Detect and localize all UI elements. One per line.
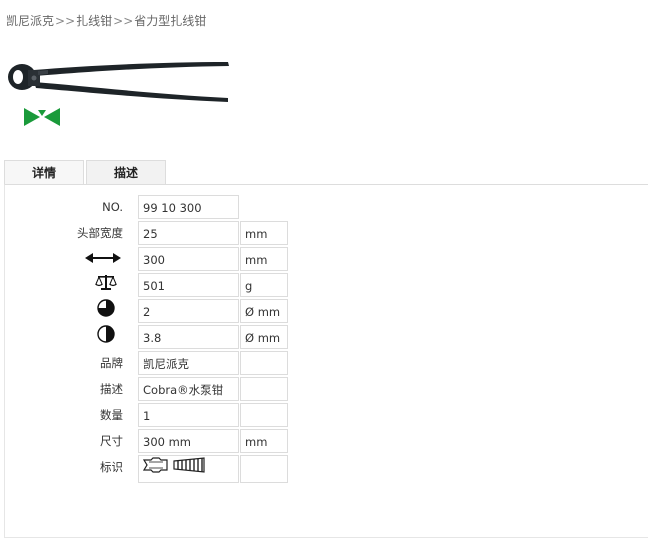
tab-description[interactable]: 描述 (86, 160, 166, 184)
spec-value: 501 (138, 273, 239, 297)
spec-unit: mm (240, 221, 288, 245)
spec-unit: Ø mm (240, 299, 288, 323)
spec-label: 标识 (100, 460, 123, 474)
spec-unit (240, 377, 288, 401)
spec-value: 3.8 (138, 325, 239, 349)
spec-row-weight: 501 g (5, 273, 305, 297)
spec-unit: mm (240, 429, 288, 453)
breadcrumb-separator: >> (113, 14, 134, 28)
mark-grip-icon (142, 456, 169, 481)
spec-unit: g (240, 273, 288, 297)
spec-label: 尺寸 (100, 434, 123, 448)
spec-label: 描述 (100, 382, 123, 396)
three-quarter-circle-icon (97, 299, 115, 325)
tab-details[interactable]: 详情 (4, 160, 84, 184)
spec-value: 2 (138, 299, 239, 323)
spec-unit: mm (240, 247, 288, 271)
spec-row-marking: 标识 (5, 455, 305, 483)
spec-row-description: 描述 Cobra®水泵钳 (5, 377, 305, 401)
breadcrumb: 凯尼派克>>扎线钳>>省力型扎线钳 (6, 12, 206, 29)
spec-unit: Ø mm (240, 325, 288, 349)
spec-value: 99 10 300 (138, 195, 239, 219)
breadcrumb-item-category[interactable]: 扎线钳 (76, 14, 112, 28)
spec-unit (240, 403, 288, 427)
spec-row-hard-wire: 2 Ø mm (5, 299, 305, 323)
spec-row-head-width: 头部宽度 25 mm (5, 221, 305, 245)
spec-row-number: NO. 99 10 300 (5, 195, 305, 219)
spec-value: 300 mm (138, 429, 239, 453)
spec-value (138, 455, 239, 483)
mark-serration-icon (173, 456, 207, 481)
spec-row-size: 尺寸 300 mm mm (5, 429, 305, 453)
spec-value: 25 (138, 221, 239, 245)
breadcrumb-item-product[interactable]: 省力型扎线钳 (134, 14, 206, 28)
spec-value: Cobra®水泵钳 (138, 377, 239, 401)
spec-unit (240, 455, 288, 483)
length-arrow-icon (85, 248, 121, 272)
spec-label: 品牌 (100, 356, 123, 370)
spec-unit (240, 351, 288, 375)
spec-row-length: 300 mm (5, 247, 305, 271)
spec-value: 1 (138, 403, 239, 427)
breadcrumb-separator: >> (55, 14, 76, 28)
spec-panel: NO. 99 10 300 头部宽度 25 mm 300 mm 501 g 2 … (4, 184, 648, 538)
spec-row-quantity: 数量 1 (5, 403, 305, 427)
breadcrumb-item-brand[interactable]: 凯尼派克 (6, 14, 54, 28)
scale-weight-icon (95, 273, 117, 299)
spec-row-medium-wire: 3.8 Ø mm (5, 325, 305, 349)
spec-row-brand: 品牌 凯尼派克 (5, 351, 305, 375)
spec-label: 头部宽度 (77, 226, 123, 240)
spec-value: 凯尼派克 (138, 351, 239, 375)
spec-value: 300 (138, 247, 239, 271)
brand-logo-icon (24, 108, 60, 130)
spec-label: 数量 (100, 408, 123, 422)
product-image (4, 52, 234, 108)
half-circle-icon (97, 325, 115, 351)
spec-label: NO. (102, 200, 123, 214)
